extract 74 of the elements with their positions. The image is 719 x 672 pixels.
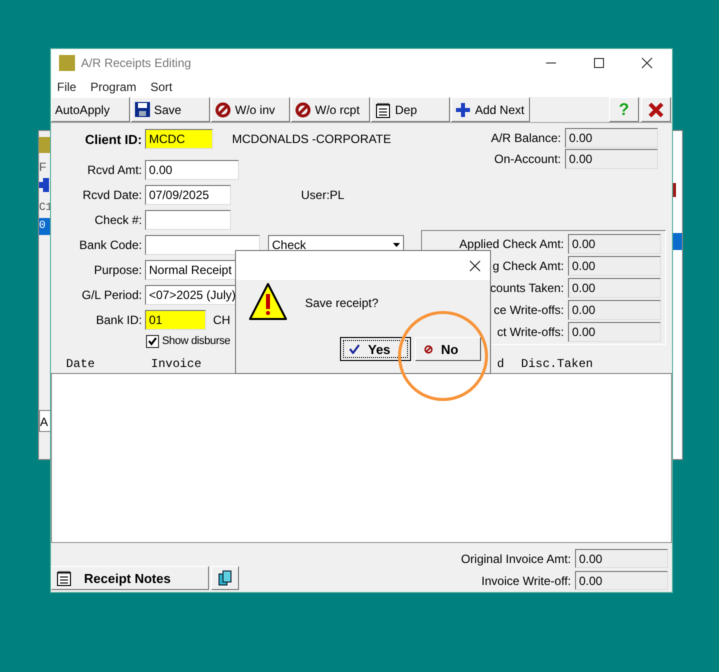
info-text: User:PL	[301, 188, 344, 202]
readonly-field: 0.00	[565, 128, 658, 148]
plus-icon	[455, 102, 471, 118]
maximize-icon[interactable]	[593, 57, 605, 69]
client-id-field[interactable]: MCDC	[145, 129, 213, 149]
field-label: g Check Amt:	[492, 259, 564, 273]
readonly-field: 0.00	[565, 149, 658, 169]
field-label: A/R Balance:	[490, 131, 561, 145]
dialog-message: Save receipt?	[305, 296, 378, 310]
close-button[interactable]	[641, 97, 671, 122]
readonly-field: 0.00	[568, 300, 661, 320]
input-field[interactable]	[145, 235, 260, 255]
field-label: counts Taken:	[490, 281, 564, 295]
field-label: Applied Check Amt:	[459, 237, 564, 251]
yes-button[interactable]: Yes	[340, 337, 411, 361]
field-label: Bank ID:	[94, 313, 143, 327]
field-label: Original Invoice Amt:	[460, 552, 571, 566]
warning-icon	[248, 282, 288, 322]
menu-item[interactable]: Sort	[150, 80, 180, 94]
no-button[interactable]: No	[415, 337, 481, 361]
column-header: Invoice	[151, 357, 202, 371]
caret-icon	[393, 243, 400, 247]
readonly-field: 0.00	[575, 571, 668, 590]
field-label: G/L Period:	[80, 288, 143, 302]
input-field[interactable]: 01	[145, 310, 206, 330]
menu-item[interactable]: F	[39, 160, 46, 174]
prohibited-icon	[424, 344, 433, 354]
checkmark-icon	[349, 344, 360, 354]
checkbox-label: Show disburse	[162, 335, 230, 347]
field-label: ct Write-offs:	[497, 325, 564, 339]
readonly-field: 0.00	[568, 278, 661, 298]
plus-icon[interactable]	[39, 178, 49, 192]
menu-item[interactable]: Program	[90, 80, 144, 94]
toolbar-button[interactable]: W/o rcpt	[291, 97, 370, 122]
readonly-field: 0.00	[575, 549, 668, 568]
toolbar-button[interactable]: AutoApply	[51, 97, 130, 122]
toolbar-button[interactable]: Dep	[371, 97, 450, 122]
field-label: Bank Code:	[78, 238, 143, 252]
column-header: Disc.Taken	[521, 357, 594, 371]
readonly-field: 0.00	[568, 256, 661, 276]
field-label: ce Write-offs:	[494, 303, 564, 317]
input-field[interactable]: 0.00	[145, 160, 239, 180]
column-header: d	[497, 357, 506, 371]
receipt-notes-button[interactable]: Receipt Notes	[51, 566, 209, 590]
app-logo-icon	[39, 137, 51, 153]
column-header: C1	[39, 201, 52, 215]
field-label: Check #:	[94, 213, 143, 227]
readonly-field: 0.00	[568, 322, 661, 342]
info-text: CH	[213, 313, 230, 327]
books-button[interactable]	[211, 566, 239, 590]
client-name: MCDONALDS -CORPORATE	[232, 132, 392, 146]
checkbox[interactable]	[146, 334, 159, 348]
notepad-icon	[375, 102, 391, 118]
toolbar-button[interactable]: W/o inv	[211, 97, 290, 122]
field-label: Rcvd Amt:	[86, 163, 143, 177]
field-label: Rcvd Date:	[82, 188, 143, 202]
toolbar-button[interactable]: Add Next	[451, 97, 530, 122]
field-label: On-Account:	[494, 152, 561, 166]
books-icon	[218, 570, 232, 586]
app-logo-icon	[59, 55, 75, 71]
toolbar-button[interactable]: Save	[131, 97, 210, 122]
readonly-field: 0.00	[568, 234, 661, 254]
text-field[interactable]: A	[39, 410, 51, 432]
notepad-icon	[56, 570, 72, 586]
prohibited-icon	[215, 102, 231, 118]
input-field[interactable]	[145, 210, 231, 230]
input-field[interactable]: 07/09/2025	[145, 185, 231, 205]
field-label: Invoice Write-off:	[481, 574, 571, 588]
column-header: Date	[66, 357, 96, 371]
prohibited-icon	[295, 102, 311, 118]
window-title: A/R Receipts Editing	[81, 56, 192, 70]
field-label: Purpose:	[92, 263, 143, 277]
menu-item[interactable]: File	[57, 80, 84, 94]
field-label: Client ID:	[84, 132, 143, 146]
